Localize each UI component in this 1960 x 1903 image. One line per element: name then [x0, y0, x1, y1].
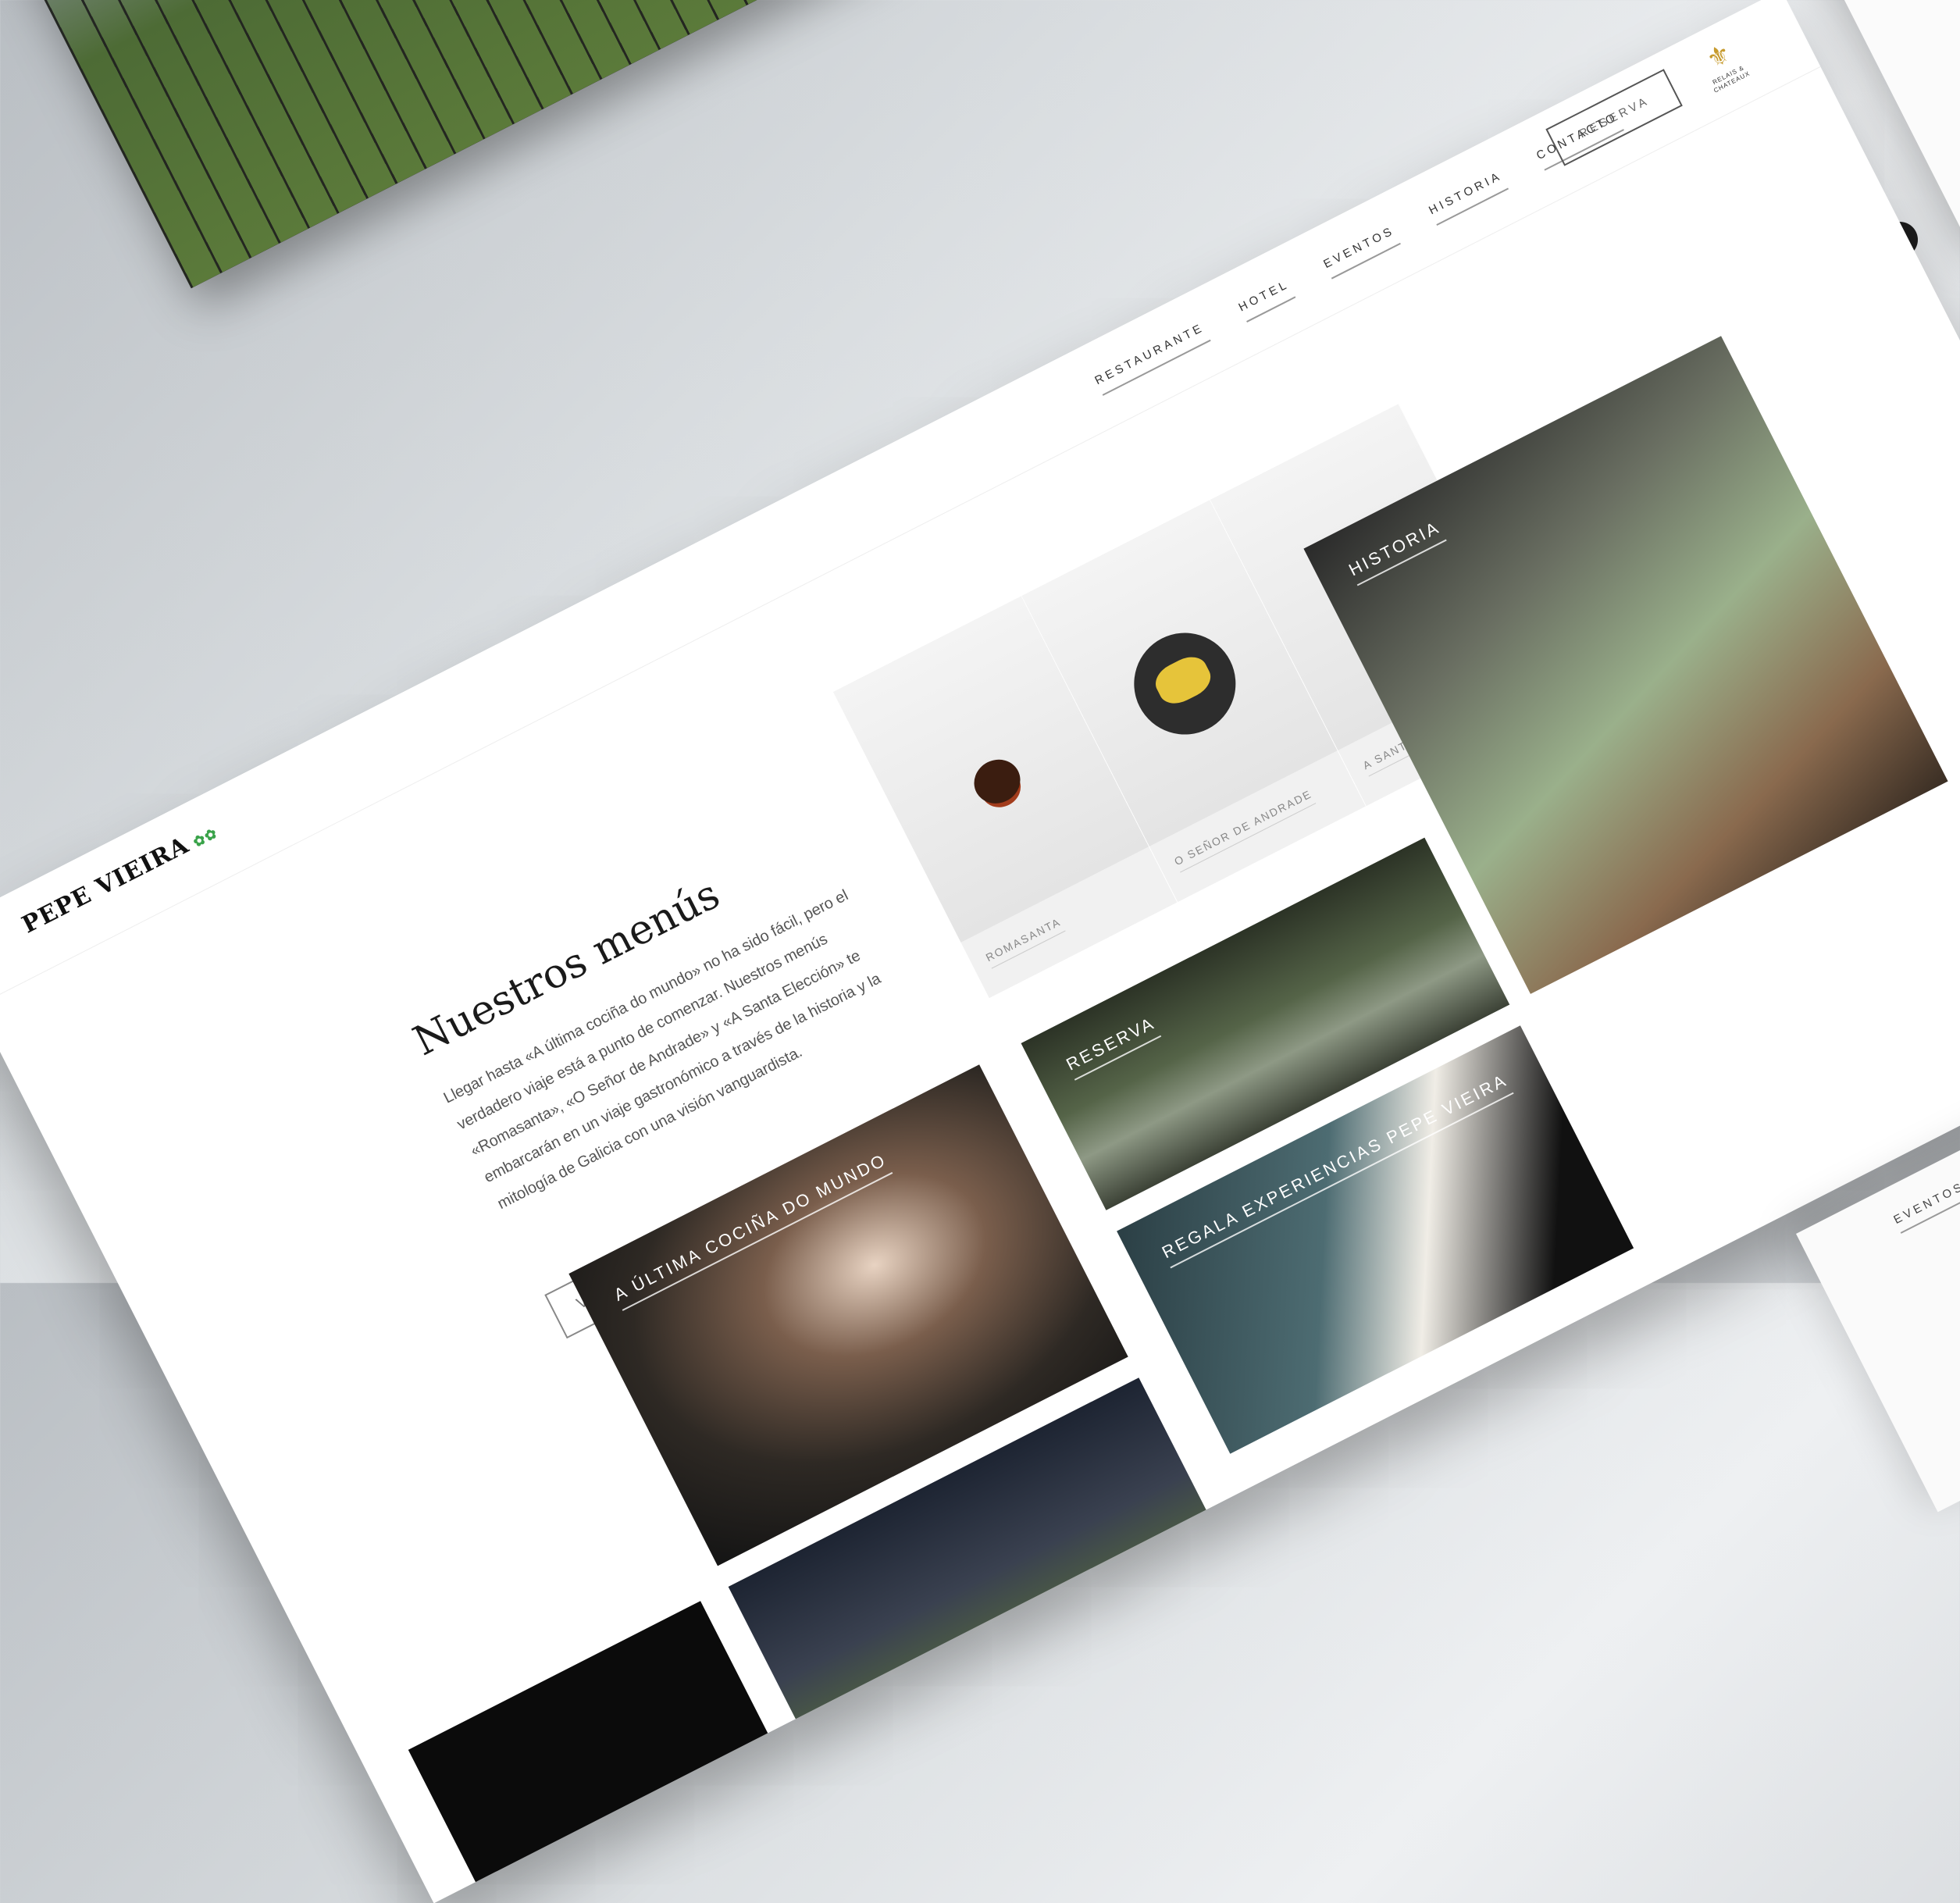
- reserve-button[interactable]: RESERVA: [1545, 69, 1684, 166]
- michelin-stars-icon: ✿✿: [190, 825, 221, 851]
- hero-photo: [0, 0, 992, 289]
- main-page-screen: PEPE VIEIRA✿✿ RESTAURANTE HOTEL EVENTOS …: [0, 0, 1960, 1903]
- tile-dark: [408, 1601, 789, 1903]
- nav-eventos[interactable]: EVENTOS: [1891, 1179, 1960, 1234]
- mockup-scene: PEPE VIEIRA✿✿ RESTAURANTE HOTEL EVENTOS …: [0, 0, 1960, 1903]
- tile-label: HISTORIA: [1345, 517, 1447, 586]
- nav-restaurante[interactable]: RESTAURANTE: [1092, 320, 1211, 396]
- main-nav: RESTAURANTE HOTEL EVENTOS HISTORIA CONTA…: [1092, 109, 1625, 396]
- tile-label: RESERVA: [1063, 1013, 1162, 1081]
- nav-historia[interactable]: HISTORIA: [1427, 169, 1509, 226]
- nav-eventos[interactable]: EVENTOS: [1321, 223, 1401, 280]
- relais-chateaux-crest-icon: ⚜ RELAIS & CHATEAUX: [1702, 37, 1752, 94]
- logo[interactable]: PEPE VIEIRA✿✿: [18, 818, 222, 939]
- nav-hotel[interactable]: HOTEL: [1236, 277, 1296, 323]
- tile-label: A ÚLTIMA COCIÑA DO MUNDO: [611, 1149, 893, 1311]
